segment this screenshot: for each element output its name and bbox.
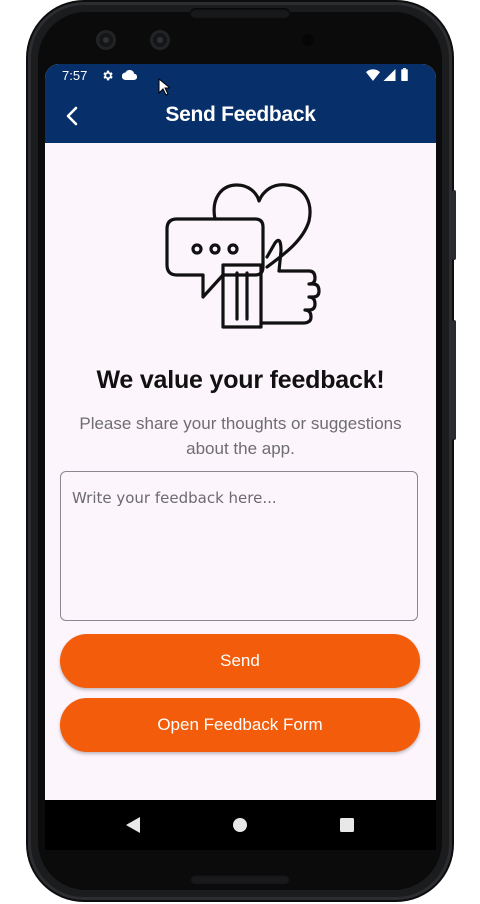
- send-button[interactable]: Send: [60, 634, 420, 688]
- front-camera-icon: [96, 30, 116, 50]
- status-time: 7:57: [62, 68, 88, 83]
- cloud-icon: [122, 69, 137, 81]
- mouse-cursor-icon: [158, 78, 170, 96]
- feedback-input-placeholder: Write your feedback here...: [72, 489, 277, 507]
- proximity-sensor: [302, 34, 314, 46]
- app-screen: 7:57 Send Feedback We value your feedbac…: [45, 64, 436, 850]
- feedback-heart-thumbs-up-icon: [165, 183, 321, 329]
- bottom-speaker: [190, 874, 290, 884]
- feedback-input[interactable]: Write your feedback here...: [60, 471, 418, 621]
- open-feedback-form-button[interactable]: Open Feedback Form: [60, 698, 420, 752]
- home-circle-icon[interactable]: [232, 816, 248, 834]
- feedback-subtext: Please share your thoughts or suggestion…: [79, 414, 402, 458]
- signal-icon: [383, 69, 396, 81]
- volume-button: [452, 320, 456, 440]
- wifi-icon: [366, 69, 380, 81]
- settings-icon: [103, 70, 113, 81]
- recents-square-icon[interactable]: [339, 816, 355, 834]
- feedback-heading: We value your feedback!: [96, 366, 385, 394]
- battery-icon: [401, 68, 408, 81]
- power-button: [452, 190, 456, 260]
- back-triangle-icon[interactable]: [125, 816, 141, 834]
- earpiece-speaker: [190, 8, 290, 18]
- status-bar: 7:57: [45, 64, 436, 88]
- front-camera-2-icon: [150, 30, 170, 50]
- system-nav-bar: [45, 800, 436, 850]
- app-bar: Send Feedback: [45, 88, 436, 143]
- page-title: Send Feedback: [165, 103, 316, 126]
